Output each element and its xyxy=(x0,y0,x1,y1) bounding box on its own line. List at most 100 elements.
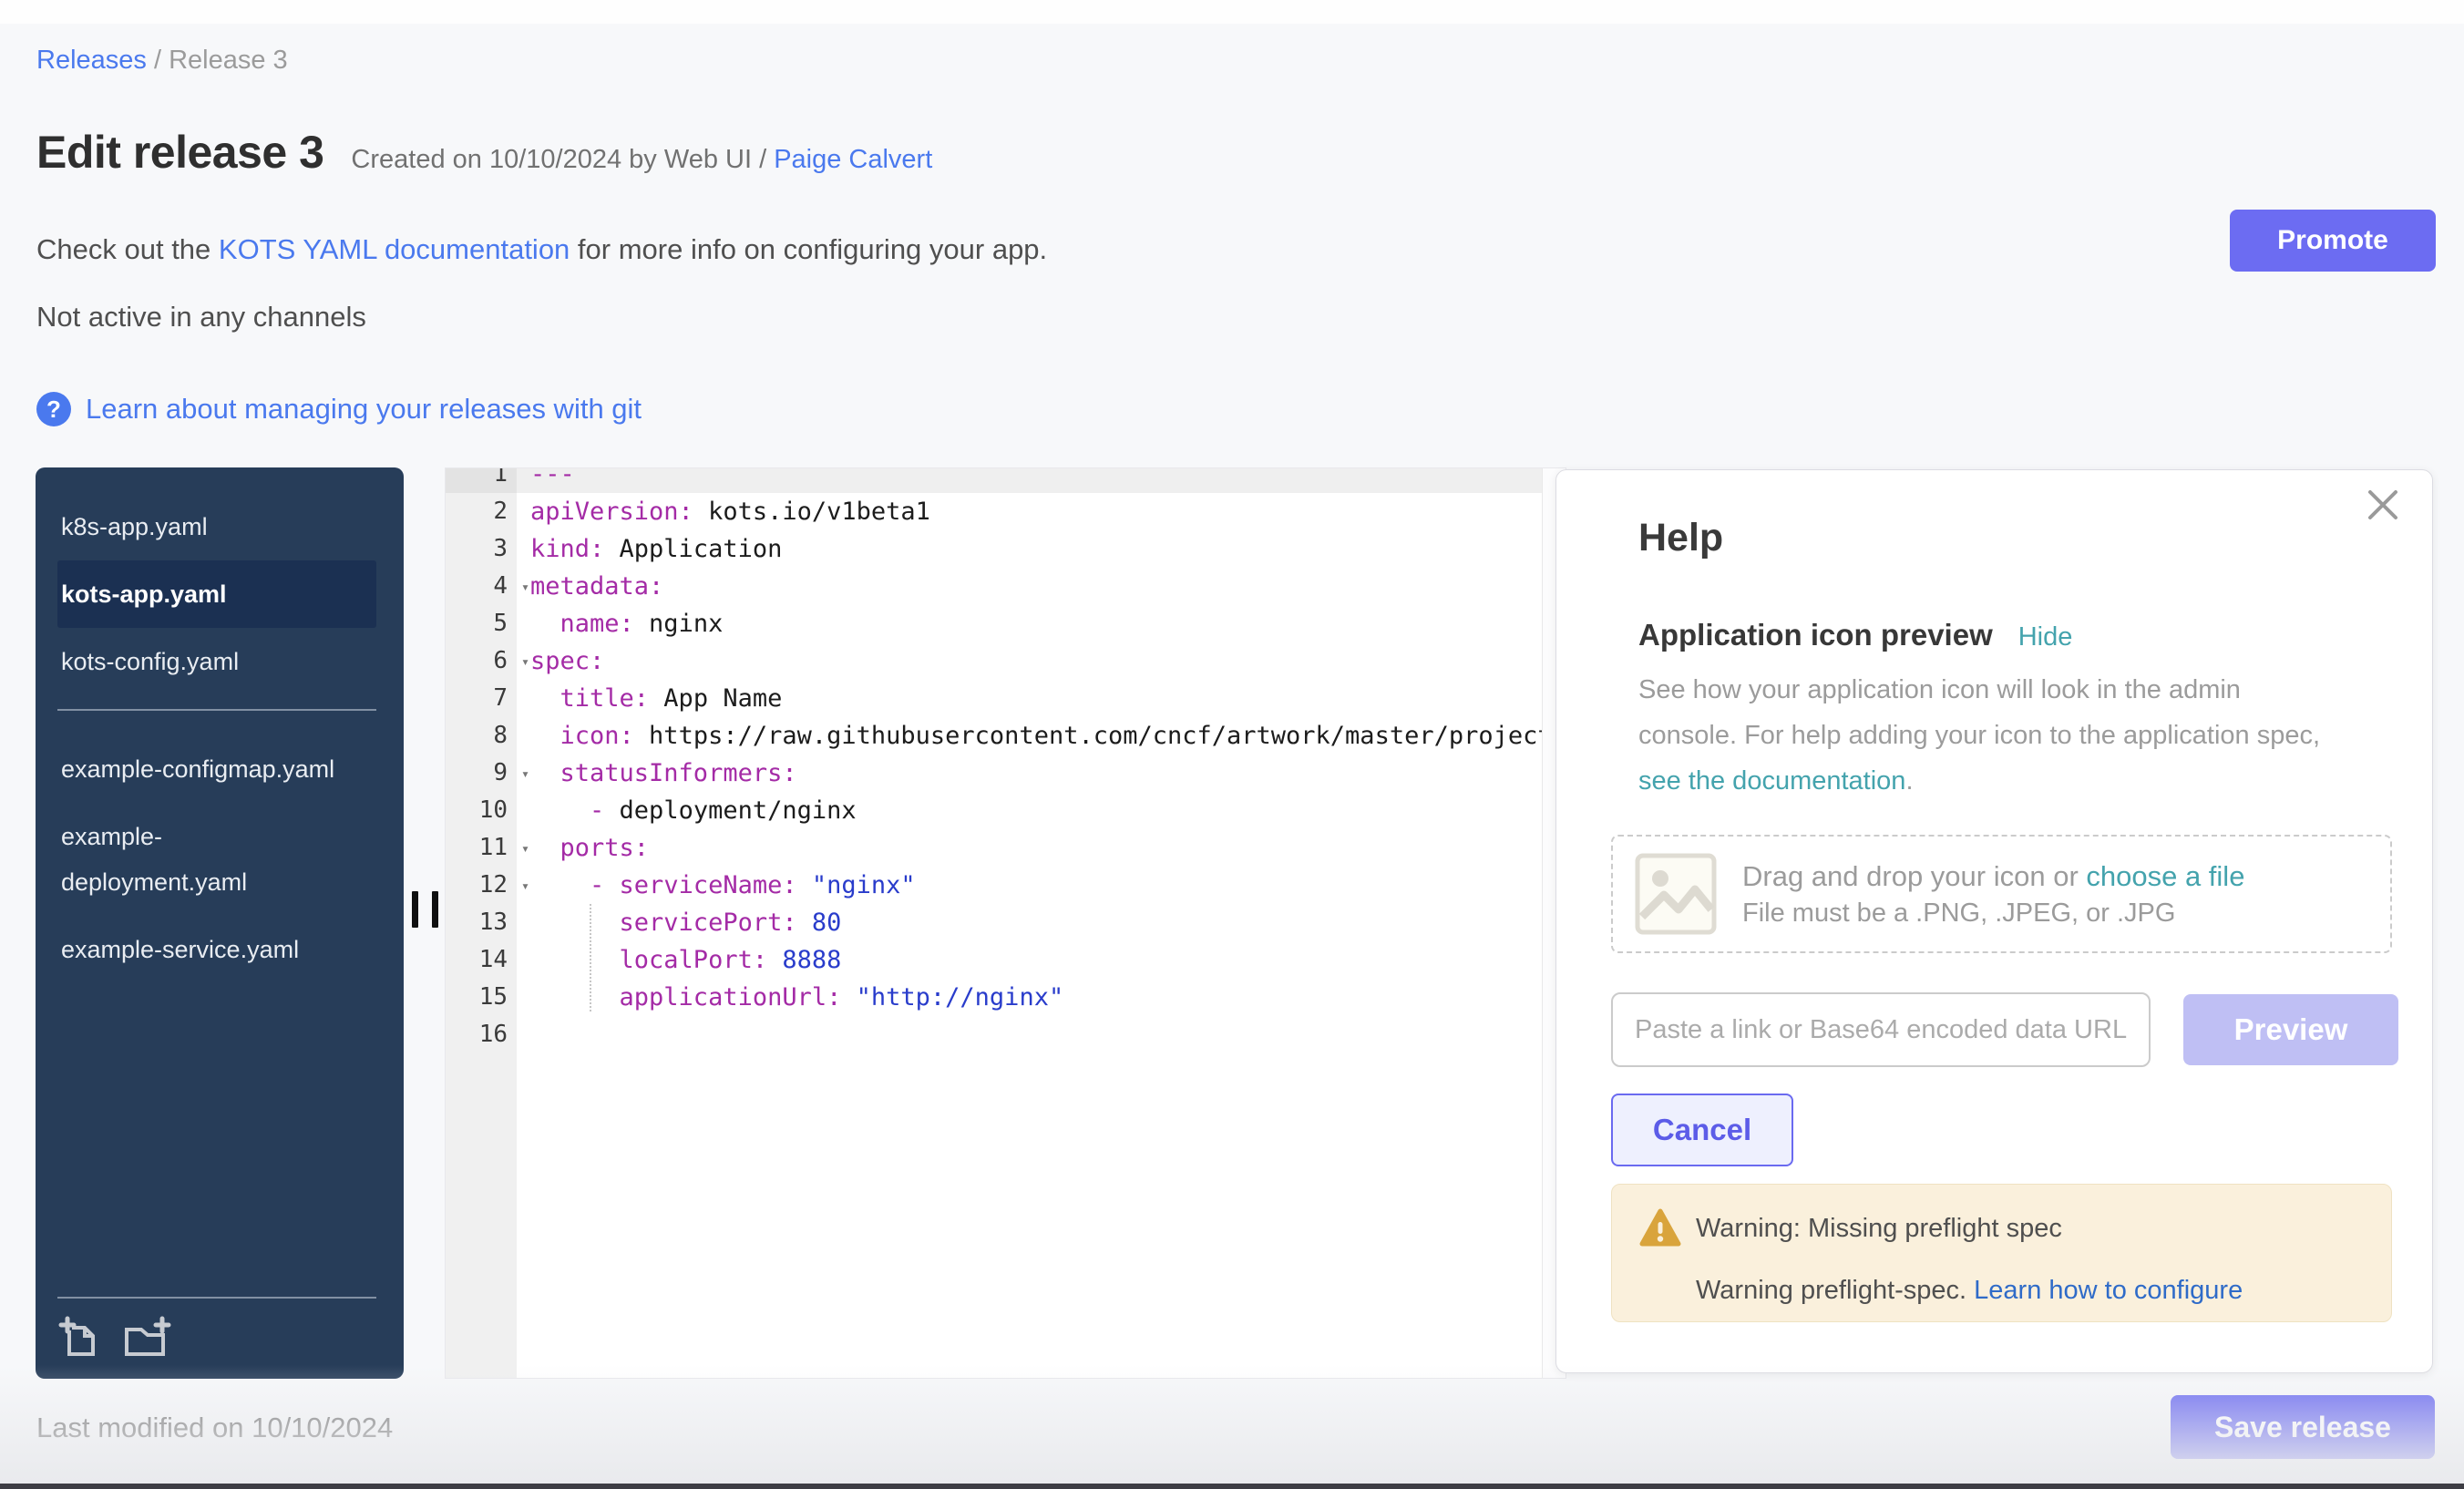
line-number: 9▾ xyxy=(446,755,517,792)
file-tree-item[interactable]: example-service.yaml xyxy=(57,916,376,983)
code-text: servicePort: 80 xyxy=(517,904,1566,941)
save-release-button[interactable]: Save release xyxy=(2171,1395,2435,1459)
breadcrumb: Releases / Release 3 xyxy=(36,46,288,76)
line-number: 1 xyxy=(446,467,517,493)
code-text xyxy=(517,1016,1566,1053)
dropzone-text: Drag and drop your icon or choose a file… xyxy=(1742,860,2244,929)
close-icon[interactable] xyxy=(2365,487,2401,523)
see-documentation-link[interactable]: see the documentation xyxy=(1638,766,1905,796)
file-tree-item[interactable]: example-configmap.yaml xyxy=(57,735,376,803)
icon-preview-description: See how your application icon will look … xyxy=(1638,667,2367,804)
code-line[interactable]: 10 - deployment/nginx xyxy=(446,792,1566,829)
created-author-link[interactable]: Paige Calvert xyxy=(774,145,932,174)
line-number: 15 xyxy=(446,979,517,1016)
code-line[interactable]: 2apiVersion: kots.io/v1beta1 xyxy=(446,493,1566,530)
dropzone-line1: Drag and drop your icon or choose a file xyxy=(1742,860,2244,893)
kots-yaml-docs-link[interactable]: KOTS YAML documentation xyxy=(219,233,570,265)
preview-button[interactable]: Preview xyxy=(2183,994,2398,1065)
code-text: localPort: 8888 xyxy=(517,941,1566,979)
file-tree-divider xyxy=(57,709,376,711)
last-modified-text: Last modified on 10/10/2024 xyxy=(36,1412,393,1444)
line-number: 3 xyxy=(446,530,517,568)
code-line[interactable]: 4▾metadata: xyxy=(446,568,1566,605)
line-number: 12▾ xyxy=(446,867,517,904)
file-tree-item[interactable]: kots-app.yaml xyxy=(57,560,376,628)
sidebar-resize-handle[interactable] xyxy=(412,891,438,928)
code-text: - serviceName: "nginx" xyxy=(517,867,1566,904)
code-line[interactable]: 9▾ statusInformers: xyxy=(446,755,1566,792)
line-number: 7 xyxy=(446,680,517,717)
channel-status-text: Not active in any channels xyxy=(36,301,366,334)
code-line[interactable]: 8 icon: https://raw.githubusercontent.co… xyxy=(446,717,1566,755)
code-line[interactable]: 15 applicationUrl: "http://nginx" xyxy=(446,979,1566,1016)
icon-url-input[interactable] xyxy=(1611,992,2151,1067)
code-line[interactable]: 13 servicePort: 80 xyxy=(446,904,1566,941)
code-text: icon: https://raw.githubusercontent.com/… xyxy=(517,717,1566,755)
title-row: Edit release 3 Created on 10/10/2024 by … xyxy=(36,126,932,179)
code-line[interactable]: 7 title: App Name xyxy=(446,680,1566,717)
icon-preview-section-header: Application icon preview Hide xyxy=(1638,618,2072,652)
cancel-button[interactable]: Cancel xyxy=(1611,1094,1793,1166)
code-line[interactable]: 14 localPort: 8888 xyxy=(446,941,1566,979)
code-text: kind: Application xyxy=(517,530,1566,568)
top-strip xyxy=(0,0,2464,24)
help-panel: Help Application icon preview Hide See h… xyxy=(1555,469,2433,1373)
code-line[interactable]: 5 name: nginx xyxy=(446,605,1566,642)
file-tree-sidebar: k8s-app.yamlkots-app.yamlkots-config.yam… xyxy=(36,467,404,1379)
code-line[interactable]: 6▾spec: xyxy=(446,642,1566,680)
image-placeholder-icon xyxy=(1635,853,1717,935)
breadcrumb-current: Release 3 xyxy=(169,46,288,75)
promote-button[interactable]: Promote xyxy=(2230,210,2436,272)
warning-body-text: Warning preflight-spec. xyxy=(1696,1276,1974,1305)
icon-dropzone[interactable]: Drag and drop your icon or choose a file… xyxy=(1611,835,2392,953)
breadcrumb-releases-link[interactable]: Releases xyxy=(36,46,147,75)
line-number: 13 xyxy=(446,904,517,941)
icon-preview-title: Application icon preview xyxy=(1638,618,1993,652)
code-line[interactable]: 12▾ - serviceName: "nginx" xyxy=(446,867,1566,904)
warning-body: Warning preflight-spec. Learn how to con… xyxy=(1696,1276,2243,1306)
docs-hint-pre: Check out the xyxy=(36,233,219,265)
code-text: statusInformers: xyxy=(517,755,1566,792)
git-help-row: ? Learn about managing your releases wit… xyxy=(36,392,642,426)
code-line[interactable]: 11▾ ports: xyxy=(446,829,1566,867)
code-text: ports: xyxy=(517,829,1566,867)
sidebar-footer xyxy=(57,1297,376,1359)
warning-icon xyxy=(1639,1208,1681,1248)
window-bottom-edge xyxy=(0,1484,2464,1489)
dropzone-prompt: Drag and drop your icon or xyxy=(1742,860,2086,892)
code-line[interactable]: 16 xyxy=(446,1016,1566,1053)
created-text: Created on 10/10/2024 by Web UI / xyxy=(351,145,774,174)
file-tree-item[interactable]: example-deployment.yaml xyxy=(57,803,376,916)
choose-file-link[interactable]: choose a file xyxy=(2086,860,2244,892)
line-number: 10 xyxy=(446,792,517,829)
docs-hint-post: for more info on configuring your app. xyxy=(570,233,1047,265)
code-line[interactable]: 1--- xyxy=(446,467,1566,493)
learn-how-to-configure-link[interactable]: Learn how to configure xyxy=(1974,1276,2243,1305)
line-number: 5 xyxy=(446,605,517,642)
code-text: apiVersion: kots.io/v1beta1 xyxy=(517,493,1566,530)
line-number: 6▾ xyxy=(446,642,517,680)
new-folder-icon[interactable] xyxy=(121,1315,172,1359)
breadcrumb-separator: / xyxy=(154,46,169,75)
file-tree-item[interactable]: kots-config.yaml xyxy=(57,628,376,695)
code-lines: 1---2apiVersion: kots.io/v1beta13kind: A… xyxy=(446,467,1566,1053)
line-number: 16 xyxy=(446,1016,517,1053)
code-line[interactable]: 3kind: Application xyxy=(446,530,1566,568)
code-text: metadata: xyxy=(517,568,1566,605)
file-tree: k8s-app.yamlkots-app.yamlkots-config.yam… xyxy=(36,493,404,983)
description-line2: console. For help adding your icon to th… xyxy=(1638,721,2320,750)
git-releases-link[interactable]: Learn about managing your releases with … xyxy=(86,393,642,426)
new-file-icon[interactable] xyxy=(57,1315,99,1359)
dropzone-file-types: File must be a .PNG, .JPEG, or .JPG xyxy=(1742,899,2244,929)
question-icon: ? xyxy=(36,392,71,426)
hide-link[interactable]: Hide xyxy=(2018,622,2073,652)
yaml-code-editor[interactable]: 1---2apiVersion: kots.io/v1beta13kind: A… xyxy=(445,467,1566,1379)
line-number: 11▾ xyxy=(446,829,517,867)
file-tree-item[interactable]: k8s-app.yaml xyxy=(57,493,376,560)
main-content: k8s-app.yamlkots-app.yamlkots-config.yam… xyxy=(0,467,2464,1379)
code-text: --- xyxy=(517,467,1566,493)
docs-hint-line: Check out the KOTS YAML documentation fo… xyxy=(36,233,1047,266)
line-number: 2 xyxy=(446,493,517,530)
code-text: applicationUrl: "http://nginx" xyxy=(517,979,1566,1016)
code-text: name: nginx xyxy=(517,605,1566,642)
